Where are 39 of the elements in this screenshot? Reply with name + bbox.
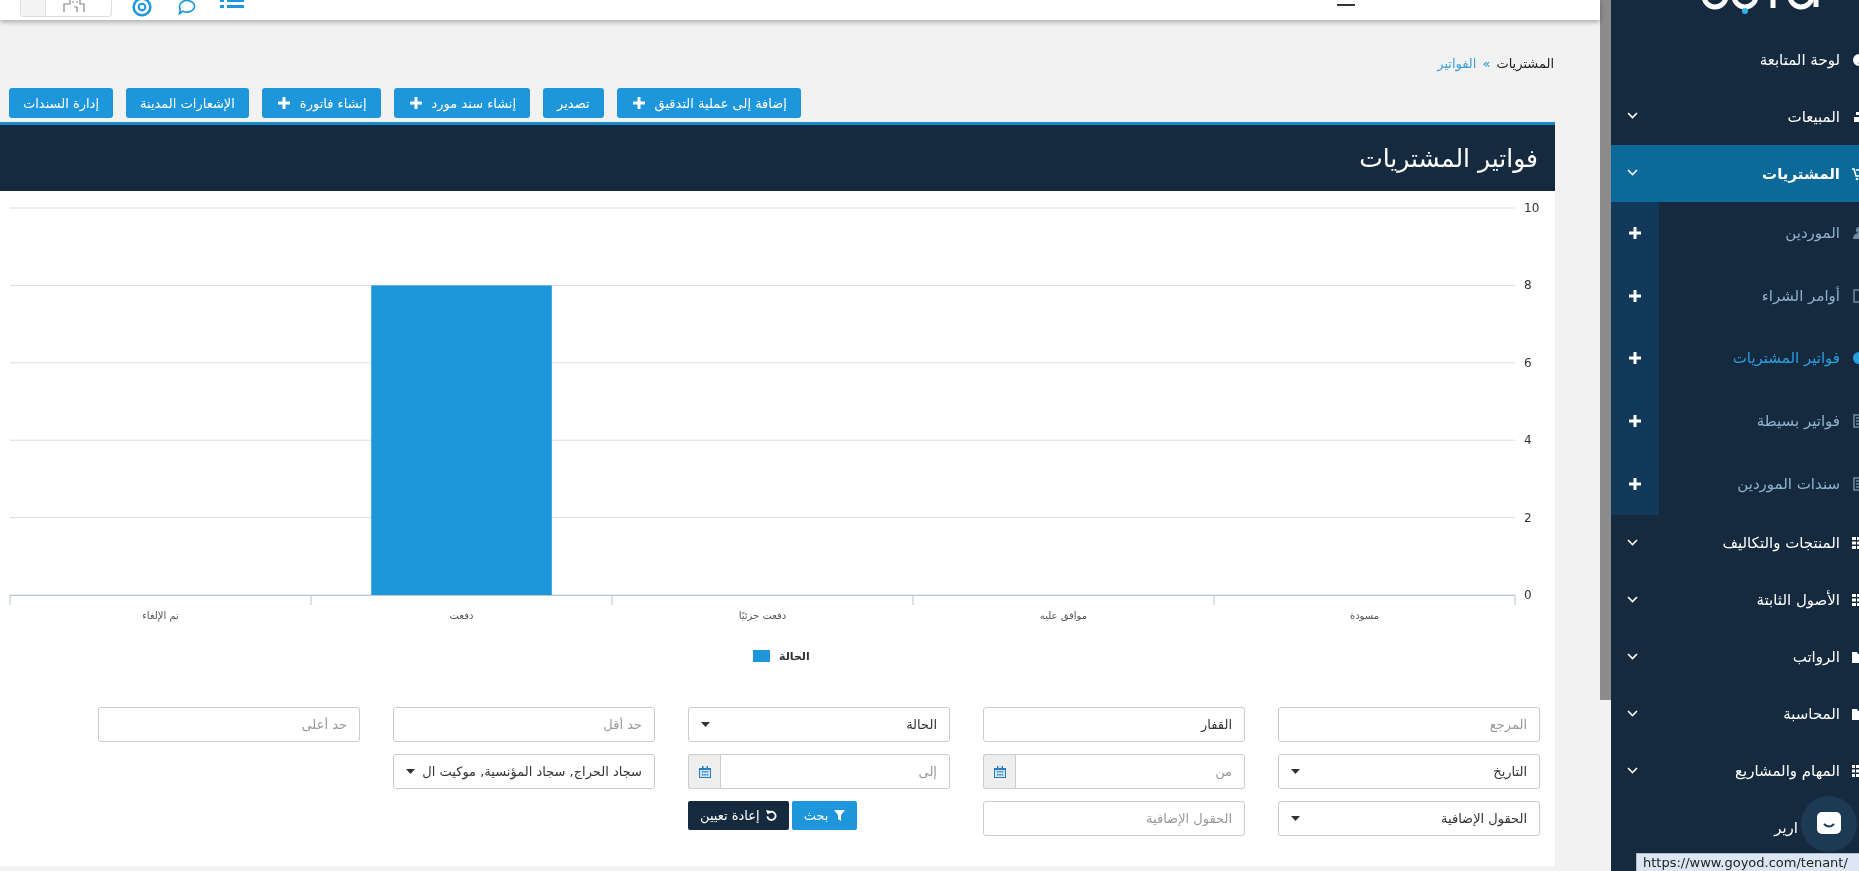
text-field[interactable]: القفار bbox=[983, 707, 1245, 742]
axis-category-label: دفعت جزئيًا bbox=[738, 610, 787, 621]
sidebar-item[interactable]: المحاسبة bbox=[1611, 685, 1859, 743]
submenu-item[interactable]: فواتير بسيطة bbox=[1659, 389, 1859, 453]
sidebar-item[interactable]: المبيعات bbox=[1611, 88, 1859, 145]
breadcrumb-item[interactable]: المشتريات bbox=[1496, 55, 1554, 71]
submenu-item[interactable]: فواتير المشتريات bbox=[1659, 327, 1859, 390]
reset-button[interactable]: إعادة تعيين bbox=[688, 801, 789, 830]
axis-tick-label: 4 bbox=[1524, 433, 1532, 448]
axis-category-label: دفعت bbox=[449, 610, 474, 621]
breadcrumb-separator: » bbox=[1482, 55, 1491, 71]
text-field[interactable]: المرجع bbox=[1278, 707, 1540, 742]
date-field[interactable]: إلى bbox=[720, 754, 950, 789]
sidebar-item[interactable]: الرواتب bbox=[1611, 628, 1859, 686]
panel-title: فواتير المشتريات bbox=[1359, 143, 1538, 173]
text-field[interactable]: الحقول الإضافية bbox=[983, 801, 1245, 836]
axis-tick-label: 8 bbox=[1524, 278, 1532, 293]
axis-tick-label: 0 bbox=[1524, 588, 1532, 602]
axis-category-label: تم الإلغاء bbox=[142, 610, 179, 621]
axis-tick-label: 10 bbox=[1524, 201, 1540, 215]
submenu-item[interactable]: أوامر الشراء bbox=[1659, 264, 1859, 328]
select-field[interactable]: الحقول الإضافية bbox=[1278, 801, 1540, 836]
link-url-tooltip: https://www.goyod.com/tenant/ bbox=[1636, 853, 1859, 871]
sidebar-item[interactable]: لوحة المتابعة bbox=[1611, 31, 1859, 88]
sidebar-item[interactable]: المشتريات bbox=[1611, 145, 1859, 202]
axis-category-label: مسودة bbox=[1349, 610, 1380, 621]
submenu-item[interactable]: الموردين bbox=[1659, 202, 1859, 265]
select-field[interactable]: سجاد الحراج, سجاد المؤنسية, موكيت ال bbox=[393, 754, 655, 789]
sidebar-item[interactable]: المهام والمشاريع bbox=[1611, 742, 1859, 800]
submenu-item[interactable]: سندات الموردين bbox=[1659, 452, 1859, 515]
select-field[interactable]: الحالة bbox=[688, 707, 950, 742]
select-field[interactable]: التاريخ bbox=[1278, 754, 1540, 789]
axis-tick-label: 2 bbox=[1524, 510, 1532, 525]
axis-tick-label: 6 bbox=[1524, 355, 1532, 370]
sidebar-item[interactable]: الأصول الثابتة bbox=[1611, 571, 1859, 629]
legend-label: الحالة bbox=[779, 650, 810, 663]
date-field[interactable]: من bbox=[1015, 754, 1245, 789]
sidebar-item[interactable]: المنتجات والتكاليف bbox=[1611, 514, 1859, 572]
axis-category-label: موافق عليه bbox=[1039, 610, 1088, 621]
